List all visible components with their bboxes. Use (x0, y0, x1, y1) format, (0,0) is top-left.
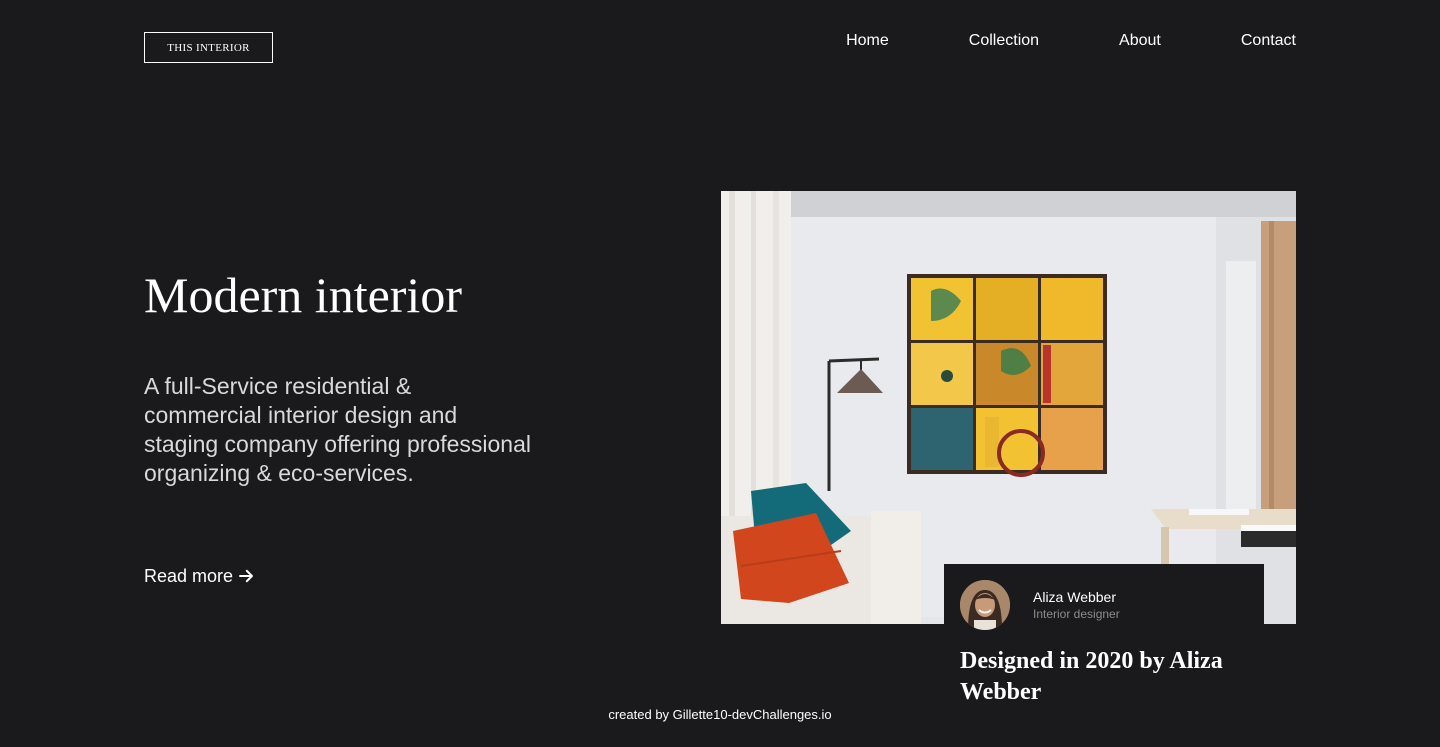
arrow-right-icon (239, 569, 254, 583)
site-logo[interactable]: THIS INTERIOR (144, 32, 273, 63)
designer-caption: Designed in 2020 by Aliza Webber (960, 648, 1223, 705)
designer-name: Aliza Webber (1033, 589, 1117, 605)
nav-about[interactable]: About (1119, 30, 1161, 52)
read-more-label: Read more (144, 566, 234, 586)
avatar (960, 580, 1010, 630)
nav-contact[interactable]: Contact (1241, 30, 1296, 52)
nav-collection[interactable]: Collection (969, 30, 1039, 52)
interior-illustration (721, 191, 1296, 624)
designer-meta: Aliza Webber Interior designer (1033, 588, 1120, 622)
avatar-image (960, 580, 1010, 630)
nav-home[interactable]: Home (846, 30, 889, 52)
designer-header: Aliza Webber Interior designer (960, 580, 1248, 630)
interior-photo (721, 191, 1296, 624)
designer-role: Interior designer (1033, 607, 1120, 621)
hero-title: Modern interior (144, 267, 462, 323)
footer-credit: created by Gillette10-devChallenges.io (608, 707, 832, 722)
hero-description: A full-Service residential & commercial … (144, 373, 531, 486)
logo-text: THIS INTERIOR (167, 41, 250, 54)
main-nav: Home Collection About Contact (846, 30, 1296, 52)
read-more-link[interactable]: Read more (144, 564, 255, 588)
designer-card: Aliza Webber Interior designer Designed … (944, 564, 1264, 709)
